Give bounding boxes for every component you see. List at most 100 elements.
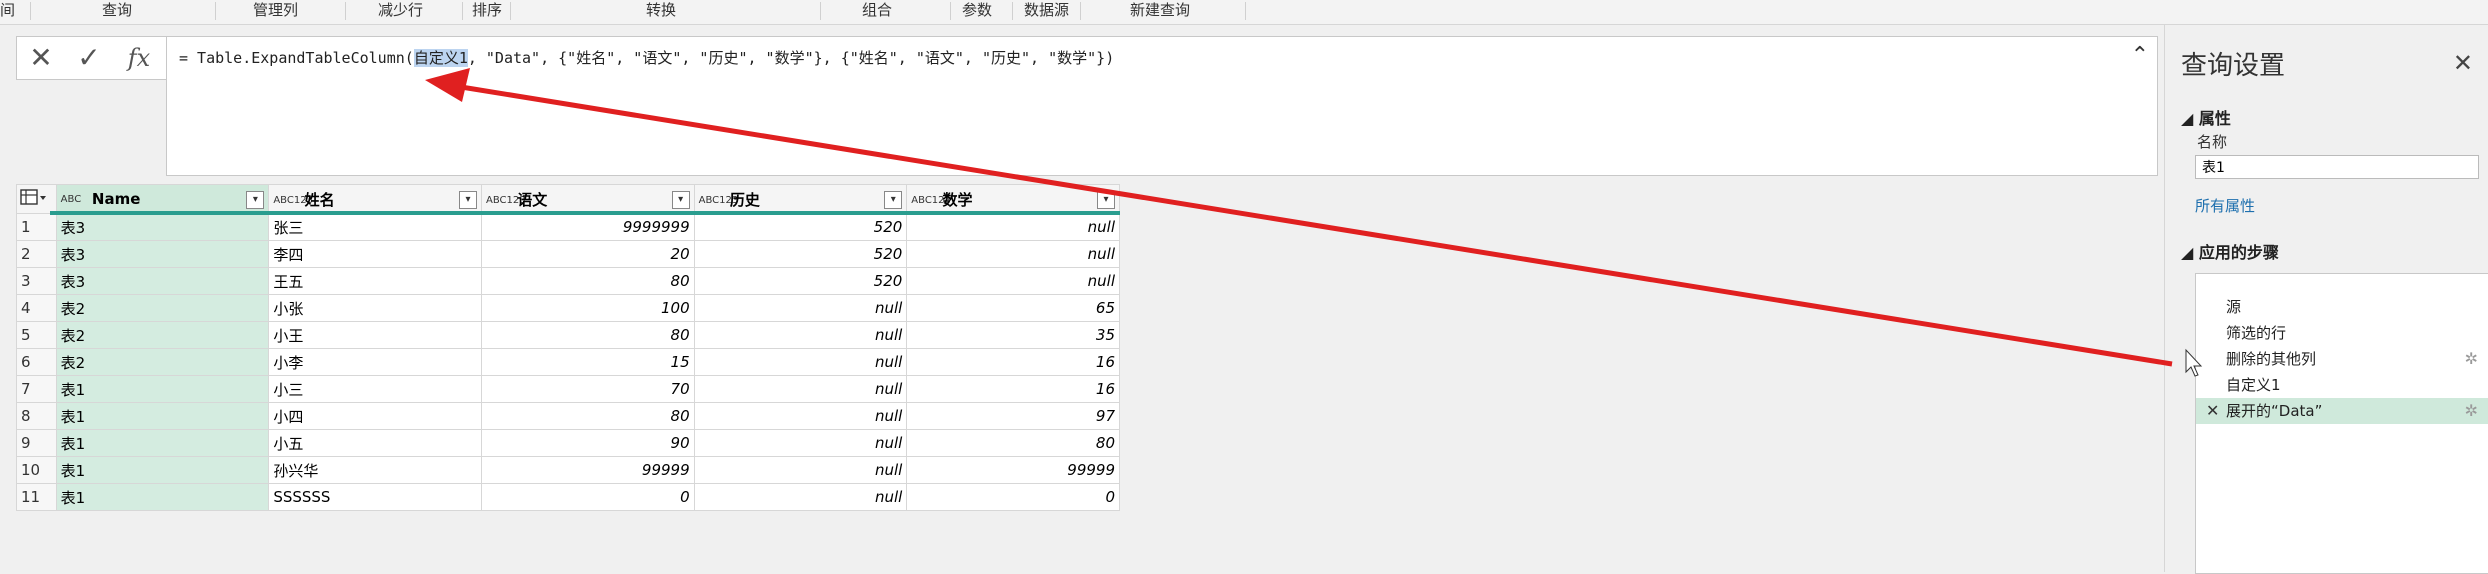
row-number[interactable]: 5 (16, 321, 57, 349)
row-number[interactable]: 9 (16, 429, 57, 457)
cell-shuxue[interactable]: null (906, 267, 1120, 295)
cell-lishi[interactable]: null (693, 375, 908, 403)
cell-lishi[interactable]: 520 (693, 267, 908, 295)
cell-lishi[interactable]: 520 (693, 213, 908, 241)
cell-shuxue[interactable]: null (906, 240, 1120, 268)
cell-yuwen[interactable]: 20 (480, 240, 695, 268)
cell-yuwen[interactable]: 90 (480, 429, 695, 457)
step-custom1[interactable]: 自定义1 (2196, 372, 2488, 398)
cell-name[interactable]: 表1 (55, 483, 270, 511)
cell-xingming[interactable]: 王五 (268, 267, 482, 295)
cell-name[interactable]: 表3 (55, 213, 270, 241)
row-number[interactable]: 1 (16, 213, 57, 241)
row-number[interactable]: 7 (16, 375, 57, 403)
cell-shuxue[interactable]: 16 (906, 375, 1120, 403)
cell-name[interactable]: 表1 (55, 375, 270, 403)
row-number[interactable]: 3 (16, 267, 57, 295)
column-header-yuwen[interactable]: ABC123 语文 ▾ (480, 184, 695, 214)
row-number[interactable]: 10 (16, 456, 57, 484)
confirm-formula-button[interactable]: ✓ (69, 41, 109, 75)
cell-name[interactable]: 表2 (55, 294, 270, 322)
cell-xingming[interactable]: 孙兴华 (268, 456, 482, 484)
query-name-input[interactable]: 表1 (2195, 155, 2479, 179)
cell-xingming[interactable]: 小李 (268, 348, 482, 376)
row-number[interactable]: 4 (16, 294, 57, 322)
table-row[interactable]: 2 表3 李四 20 520 null (16, 240, 1120, 268)
cell-yuwen[interactable]: 80 (480, 267, 695, 295)
filter-dropdown-icon[interactable]: ▾ (1097, 191, 1115, 209)
collapse-formula-icon[interactable]: ⌃ (2131, 43, 2149, 68)
step-removed-other-columns[interactable]: 删除的其他列 ✲ (2196, 346, 2488, 372)
cell-shuxue[interactable]: 0 (906, 483, 1120, 511)
table-row[interactable]: 8 表1 小四 80 null 97 (16, 402, 1120, 430)
cell-name[interactable]: 表1 (55, 402, 270, 430)
cell-lishi[interactable]: null (693, 429, 908, 457)
table-row[interactable]: 4 表2 小张 100 null 65 (16, 294, 1120, 322)
filter-dropdown-icon[interactable]: ▾ (671, 191, 690, 209)
table-row[interactable]: 5 表2 小王 80 null 35 (16, 321, 1120, 349)
filter-dropdown-icon[interactable]: ▾ (246, 191, 265, 209)
cell-xingming[interactable]: 李四 (268, 240, 482, 268)
cell-xingming[interactable]: 小王 (268, 321, 482, 349)
step-expanded-data[interactable]: ✕ 展开的“Data” ✲ (2196, 398, 2488, 424)
step-filtered-rows[interactable]: 筛选的行 (2196, 320, 2488, 346)
cell-lishi[interactable]: null (693, 348, 908, 376)
cell-name[interactable]: 表1 (55, 429, 270, 457)
cell-name[interactable]: 表2 (55, 348, 270, 376)
table-row[interactable]: 6 表2 小李 15 null 16 (16, 348, 1120, 376)
table-row[interactable]: 7 表1 小三 70 null 16 (16, 375, 1120, 403)
cell-yuwen[interactable]: 70 (480, 375, 695, 403)
gear-icon[interactable]: ✲ (2465, 346, 2478, 372)
cell-shuxue[interactable]: 65 (906, 294, 1120, 322)
cell-lishi[interactable]: null (693, 456, 908, 484)
cell-lishi[interactable]: null (693, 294, 908, 322)
cell-yuwen[interactable]: 0 (480, 483, 695, 511)
cell-xingming[interactable]: 小三 (268, 375, 482, 403)
properties-header[interactable]: ◢ 属性 (2181, 105, 2231, 129)
cell-lishi[interactable]: null (693, 321, 908, 349)
cancel-formula-button[interactable]: ✕ (21, 41, 61, 75)
column-header-name[interactable]: ABC Name ▾ (55, 184, 270, 214)
cell-xingming[interactable]: SSSSSS (268, 483, 482, 511)
formula-editor[interactable]: = Table.ExpandTableColumn(自定义1, "Data", … (166, 36, 2158, 176)
cell-name[interactable]: 表3 (55, 240, 270, 268)
cell-yuwen[interactable]: 99999 (480, 456, 695, 484)
row-number[interactable]: 6 (16, 348, 57, 376)
filter-dropdown-icon[interactable]: ▾ (458, 191, 477, 209)
step-source[interactable]: 源 (2196, 294, 2488, 320)
cell-yuwen[interactable]: 15 (480, 348, 695, 376)
cell-yuwen[interactable]: 9999999 (480, 213, 695, 241)
cell-yuwen[interactable]: 80 (480, 321, 695, 349)
cell-xingming[interactable]: 小张 (268, 294, 482, 322)
filter-dropdown-icon[interactable]: ▾ (884, 191, 903, 209)
column-header-lishi[interactable]: ABC123 历史 ▾ (693, 184, 908, 214)
insert-function-button[interactable]: fx (119, 41, 159, 75)
cell-xingming[interactable]: 张三 (268, 213, 482, 241)
cell-name[interactable]: 表3 (55, 267, 270, 295)
column-header-xingming[interactable]: ABC123 姓名 ▾ (268, 184, 482, 214)
cell-yuwen[interactable]: 100 (480, 294, 695, 322)
gear-icon[interactable]: ✲ (2465, 398, 2478, 424)
any-type-icon[interactable]: ABC123 (911, 195, 951, 206)
any-type-icon[interactable]: ABC123 (273, 195, 313, 206)
cell-shuxue[interactable]: 80 (906, 429, 1120, 457)
formula-text[interactable]: = Table.ExpandTableColumn(自定义1, "Data", … (179, 47, 1114, 68)
table-row[interactable]: 9 表1 小五 90 null 80 (16, 429, 1120, 457)
all-properties-link[interactable]: 所有属性 (2195, 195, 2255, 216)
cell-shuxue[interactable]: 35 (906, 321, 1120, 349)
cell-lishi[interactable]: null (693, 483, 908, 511)
cell-name[interactable]: 表1 (55, 456, 270, 484)
applied-steps-header[interactable]: ◢ 应用的步骤 (2181, 239, 2279, 263)
cell-shuxue[interactable]: 99999 (906, 456, 1120, 484)
close-icon[interactable]: ✕ (2453, 49, 2473, 77)
table-row[interactable]: 11 表1 SSSSSS 0 null 0 (16, 483, 1120, 511)
cell-lishi[interactable]: 520 (693, 240, 908, 268)
table-row[interactable]: 1 表3 张三 9999999 520 null (16, 213, 1120, 241)
cell-lishi[interactable]: null (693, 402, 908, 430)
any-type-icon[interactable]: ABC123 (699, 195, 739, 206)
cell-xingming[interactable]: 小五 (268, 429, 482, 457)
table-menu-button[interactable] (16, 184, 57, 214)
delete-step-icon[interactable]: ✕ (2206, 398, 2219, 424)
cell-shuxue[interactable]: null (906, 213, 1120, 241)
cell-yuwen[interactable]: 80 (480, 402, 695, 430)
